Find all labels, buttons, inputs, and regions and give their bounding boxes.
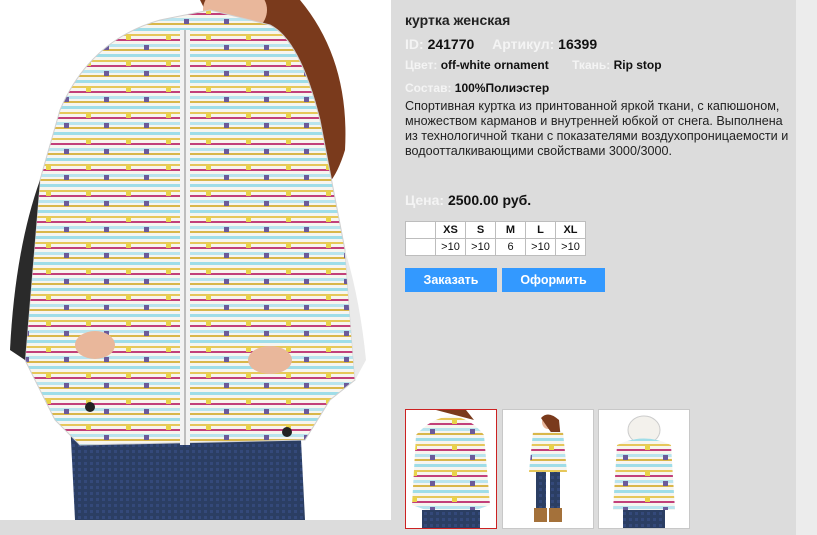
size-stock-cell: >10 xyxy=(525,238,556,256)
size-stock-cell: >10 xyxy=(465,238,496,256)
size-header: L xyxy=(525,221,556,239)
product-title: куртка женская xyxy=(405,12,511,28)
composition-row: Состав: 100%Полиэстер xyxy=(405,81,549,95)
size-stock-row: >10 >10 6 >10 >10 xyxy=(405,238,586,256)
price-row: Цена: 2500.00 руб. xyxy=(405,192,531,208)
size-stock-corner-cell xyxy=(405,238,436,256)
size-header: XS xyxy=(435,221,466,239)
thumbnail-front-closeup[interactable] xyxy=(405,409,497,529)
thumbnail-back-view[interactable] xyxy=(598,409,690,529)
checkout-button[interactable]: Оформить xyxy=(502,268,605,292)
size-corner-cell xyxy=(405,221,436,239)
color-fabric-row: Цвет: off-white ornament Ткань: Rip stop xyxy=(405,58,662,72)
page-edge-strip xyxy=(796,0,817,535)
size-stock-cell: 6 xyxy=(495,238,526,256)
fabric-value: Rip stop xyxy=(613,58,662,72)
composition-value: 100%Полиэстер xyxy=(454,81,550,95)
fabric-label: Ткань: xyxy=(572,58,611,72)
size-stock-cell: >10 xyxy=(555,238,586,256)
price-value: 2500.00 руб. xyxy=(447,192,532,208)
article-label: Артикул: xyxy=(492,36,555,52)
thumbnail-full-front[interactable] xyxy=(502,409,594,529)
size-stock-cell: >10 xyxy=(435,238,466,256)
order-button[interactable]: Заказать xyxy=(405,268,497,292)
product-description: Спортивная куртка из принтованной яркой … xyxy=(405,99,789,158)
size-header: M xyxy=(495,221,526,239)
article-value: 16399 xyxy=(558,36,598,52)
id-label: ID: xyxy=(405,36,424,52)
size-table: XS S M L XL >10 >10 6 >10 >10 xyxy=(405,221,586,256)
composition-label: Состав: xyxy=(405,81,452,95)
id-article-row: ID: 241770 Артикул: 16399 xyxy=(405,36,597,52)
size-header-row: XS S M L XL xyxy=(405,221,586,239)
size-header: XL xyxy=(555,221,586,239)
id-value: 241770 xyxy=(427,36,475,52)
main-product-photo xyxy=(0,0,391,520)
color-value: off-white ornament xyxy=(440,58,549,72)
price-label: Цена: xyxy=(405,192,445,208)
color-label: Цвет: xyxy=(405,58,438,72)
size-header: S xyxy=(465,221,496,239)
